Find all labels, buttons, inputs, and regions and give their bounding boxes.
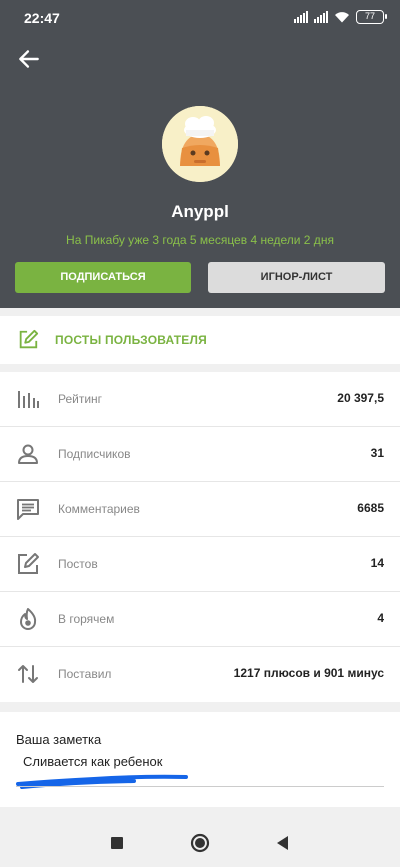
note-underline: [16, 786, 384, 787]
stats-card: Рейтинг 20 397,5 Подписчиков 31 Коммента…: [0, 372, 400, 702]
votes-icon: [18, 665, 38, 683]
member-since: На Пикабу уже 3 года 5 месяцев 4 недели …: [66, 233, 334, 247]
signal-icon: [294, 11, 308, 23]
username: Anyppl: [171, 202, 229, 221]
stat-value: 20 397,5: [337, 391, 384, 405]
status-time: 22:47: [24, 10, 60, 26]
stat-row-hot: В горячем 4: [0, 592, 400, 647]
recents-button-icon[interactable]: [106, 832, 128, 854]
stat-value: 14: [370, 556, 384, 570]
stat-value: 1217 плюсов и 901 минус: [233, 666, 384, 680]
battery-icon: 77: [356, 10, 387, 24]
note-input[interactable]: Сливается как ребенок: [23, 754, 162, 769]
user-posts-label: ПОСТЫ ПОЛЬЗОВАТЕЛЯ: [55, 333, 207, 347]
status-bar: 22:47 77: [0, 0, 400, 36]
hot-icon: [20, 608, 37, 630]
profile-header: 22:47 77 Anyppl На Пикабу уже 3 года 5 м…: [0, 0, 400, 308]
stat-label: В горячем: [58, 612, 115, 626]
rating-icon: [18, 391, 39, 408]
stat-value: 31: [370, 446, 384, 460]
stat-label: Рейтинг: [58, 392, 103, 406]
stat-label: Постов: [58, 557, 98, 571]
ignore-list-button[interactable]: ИГНОР-ЛИСТ: [208, 262, 385, 293]
back-button-icon[interactable]: [272, 832, 294, 854]
posts-icon: [18, 553, 39, 574]
subscribe-button[interactable]: ПОДПИСАТЬСЯ: [15, 262, 191, 293]
signal-icon-2: [314, 11, 328, 23]
stat-value: 4: [377, 611, 384, 625]
wifi-icon: [335, 12, 349, 23]
stat-value: 6685: [357, 501, 384, 515]
home-button-icon[interactable]: [189, 832, 211, 854]
stat-label: Подписчиков: [58, 447, 131, 461]
user-posts-link[interactable]: ПОСТЫ ПОЛЬЗОВАТЕЛЯ: [0, 316, 400, 364]
comments-icon: [17, 499, 39, 520]
system-nav-bar: [0, 820, 400, 867]
stat-label: Поставил: [58, 667, 112, 681]
stat-row-subscribers: Подписчиков 31: [0, 427, 400, 482]
edit-icon: [19, 329, 39, 349]
avatar: [162, 106, 238, 182]
stat-row-rating: Рейтинг 20 397,5: [0, 372, 400, 427]
stat-row-posts: Постов 14: [0, 537, 400, 592]
note-card: Ваша заметка Сливается как ребенок: [0, 712, 400, 807]
back-arrow-icon[interactable]: [16, 46, 42, 72]
blue-scribble-annotation: [16, 774, 188, 789]
subscribers-icon: [18, 444, 38, 464]
stat-row-votes: Поставил 1217 плюсов и 901 минус: [0, 647, 400, 702]
note-title: Ваша заметка: [16, 732, 102, 747]
status-icons: 77: [294, 10, 387, 24]
stat-row-comments: Комментариев 6685: [0, 482, 400, 537]
stat-label: Комментариев: [58, 502, 140, 516]
avatar-image: [162, 106, 238, 182]
profile-screen: 22:47 77 Anyppl На Пикабу уже 3 года 5 м…: [0, 0, 400, 867]
